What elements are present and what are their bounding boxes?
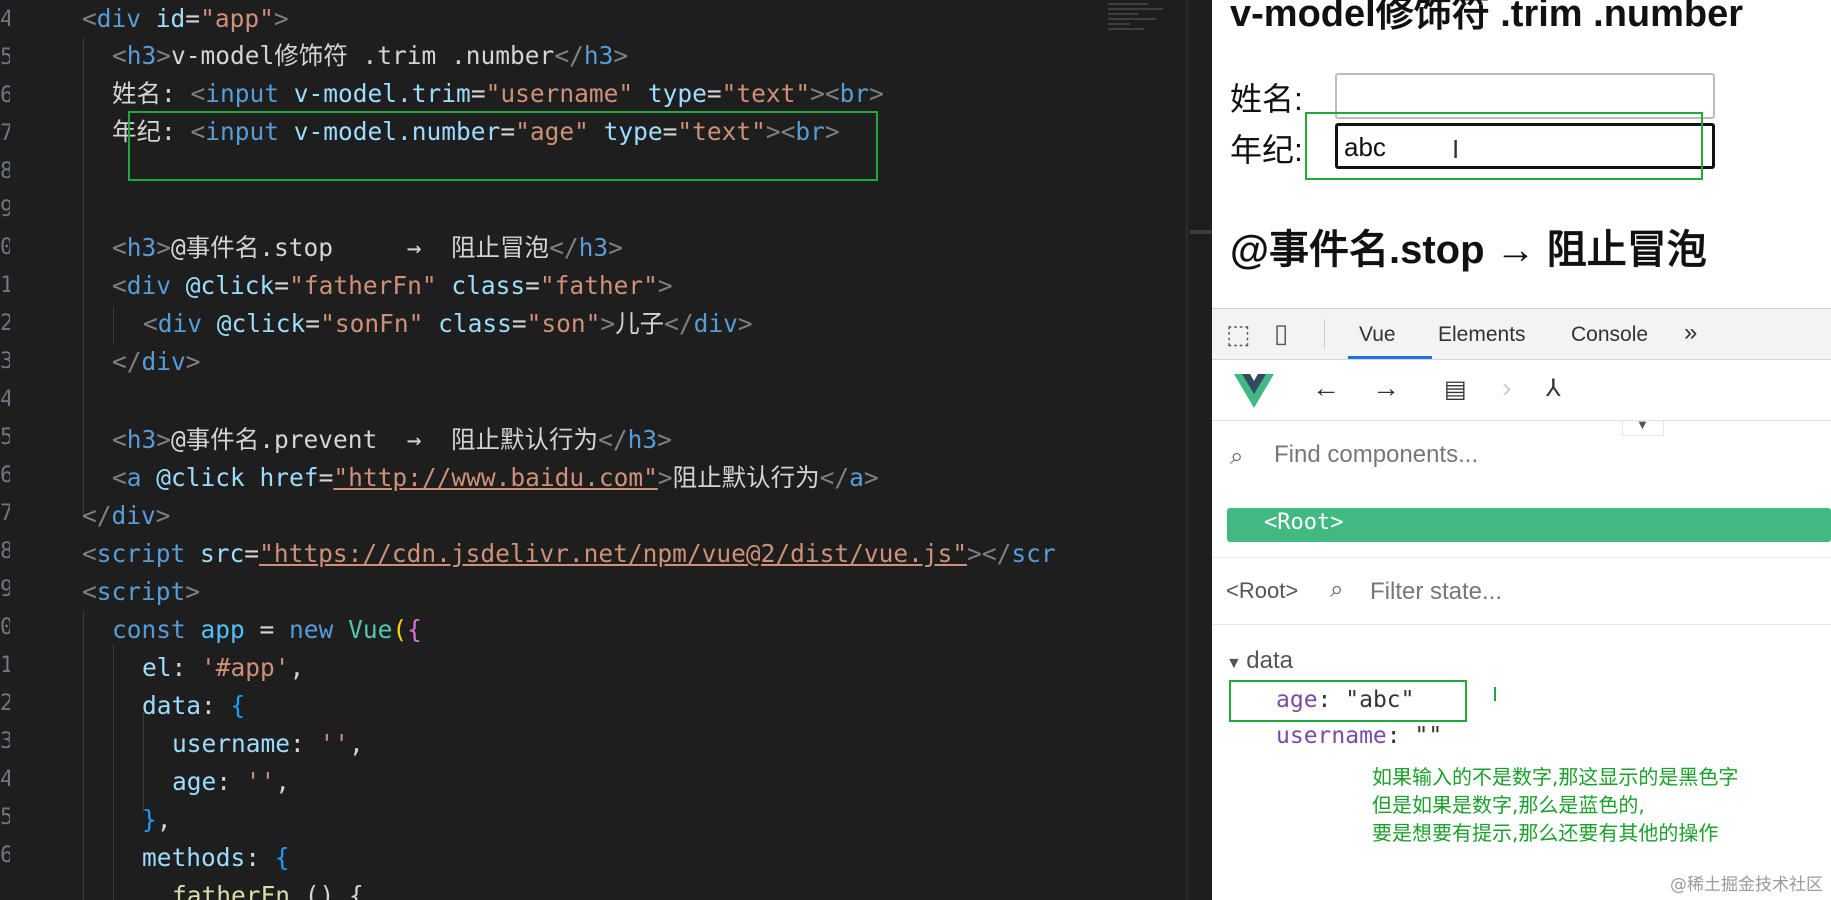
forward-arrow-icon[interactable]: → [1372,372,1400,404]
data-prop-username[interactable]: username: "" [1276,723,1442,749]
line-number: 4 [0,387,10,412]
back-arrow-icon[interactable]: ← [1312,372,1340,404]
code-line[interactable]: data: { [142,687,245,725]
highlight-box [1305,112,1703,180]
annotation-note: 如果输入的不是数字,那这显示的是黑色字 [1372,765,1739,789]
caret-down-icon: ▼ [1226,655,1247,672]
line-number: 5 [0,805,10,830]
code-line[interactable]: username: '', [172,725,364,763]
code-line[interactable]: <div @click="sonFn" class="son">儿子</div> [143,305,753,343]
line-number: 4 [0,767,10,792]
line-number: 7 [0,501,10,526]
browser-viewport: v-model修饰符 .trim .number 姓名: 年纪: abc I @… [1212,0,1831,900]
code-line[interactable]: </div> [112,343,201,381]
code-line[interactable]: <h3>@事件名.prevent → 阻止默认行为</h3> [112,421,672,459]
indent-guide [113,306,114,344]
indent-guide [113,644,114,900]
component-tree-icon[interactable]: ⅄ [1546,374,1561,403]
inspect-element-icon[interactable]: ⬚ [1226,319,1251,350]
vue-logo-icon [1234,374,1274,408]
line-number: 1 [0,653,10,678]
line-number-gutter: 4 5 6 7 8 9 0 1 2 3 4 5 6 7 8 9 0 1 2 3 … [0,0,14,900]
highlight-box [1229,680,1467,722]
line-number: 7 [0,121,10,146]
code-line[interactable]: <h3>v-model修饰符 .trim .number</h3> [112,37,628,75]
line-number: 0 [0,615,10,640]
components-icon[interactable]: ▤ [1444,375,1467,404]
code-line[interactable]: 姓名: <input v-model.trim="username" type=… [112,75,884,113]
collapse-handle[interactable]: ▼ [1622,417,1664,436]
line-number: 3 [0,729,10,754]
code-line[interactable]: <a @click href="http://www.baidu.com">阻止… [112,459,879,497]
annotation-note: 但是如果是数字,那么是蓝色的, [1372,793,1645,817]
device-toggle-icon[interactable]: ▯ [1274,318,1288,349]
tab-vue[interactable]: Vue [1359,323,1396,347]
code-line[interactable]: <script src="https://cdn.jsdelivr.net/np… [82,535,1056,573]
filter-state-input[interactable]: Filter state... [1370,578,1502,606]
data-section-header[interactable]: ▼ data [1226,647,1293,675]
line-number: 9 [0,197,10,222]
watermark: @稀土掘金技术社区 [1670,875,1823,895]
search-icon: ⌕ [1230,443,1244,470]
scrollbar-thumb[interactable] [1190,230,1212,234]
minimap[interactable] [1108,0,1178,60]
editor-scrollbar-track[interactable] [1186,0,1188,900]
code-line[interactable]: <script> [82,573,200,611]
line-number: 4 [0,7,10,32]
state-toolbar: <Root> ⌕ Filter state... [1212,557,1831,625]
more-tabs-button[interactable]: » [1684,319,1697,347]
tab-elements[interactable]: Elements [1438,323,1526,347]
line-number: 5 [0,45,10,70]
code-line[interactable]: <div @click="fatherFn" class="father"> [112,267,673,305]
line-number: 6 [0,843,10,868]
devtools-tabbar: ⬚ ▯ Vue Elements Console » [1212,309,1831,360]
annotation-tick [1494,687,1496,701]
code-line[interactable]: <div id="app"> [82,0,289,38]
page-heading: v-model修饰符 .trim .number [1230,0,1744,35]
page-heading: @事件名.stop → 阻止冒泡 [1230,228,1707,272]
indent-guide [83,610,84,900]
line-number: 9 [0,577,10,602]
line-number: 1 [0,273,10,298]
code-line[interactable]: <h3>@事件名.stop → 阻止冒泡</h3> [112,229,623,267]
age-label: 年纪: [1230,132,1303,168]
annotation-note: 要是想要有提示,那么还要有其他的操作 [1372,821,1719,845]
line-number: 8 [0,539,10,564]
line-number: 6 [0,463,10,488]
indent-guide [143,712,144,812]
name-label: 姓名: [1230,81,1303,117]
line-number: 0 [0,235,10,260]
indent-guide [83,38,84,516]
line-number: 3 [0,349,10,374]
line-number: 8 [0,159,10,184]
tab-console[interactable]: Console [1571,323,1648,347]
code-line[interactable]: el: '#app', [142,649,304,687]
line-number: 2 [0,311,10,336]
code-editor[interactable]: 4 5 6 7 8 9 0 1 2 3 4 5 6 7 8 9 0 1 2 3 … [0,0,1095,900]
line-number: 5 [0,425,10,450]
code-line[interactable]: methods: { [142,839,290,877]
code-url: "http://www.baidu.com" [333,463,658,492]
selected-component-name: <Root> [1226,578,1299,603]
search-icon: ⌕ [1330,576,1344,603]
active-tab-indicator [1348,356,1432,359]
find-components-input[interactable]: Find components... [1274,441,1478,469]
code-line[interactable]: const app = new Vue({ [112,611,422,649]
line-number: 6 [0,83,10,108]
find-components-row: ▼ ⌕ Find components... [1212,417,1831,489]
code-line[interactable]: fatherFn () { [172,877,364,900]
chevron-down-icon: ▼ [1636,417,1649,432]
component-tree-root[interactable]: <Root> [1227,508,1831,542]
devtools-panel: ⬚ ▯ Vue Elements Console » ← → ▤ › ⅄ ▼ ⌕… [1212,308,1831,900]
code-url: "https://cdn.jsdelivr.net/npm/vue@2/dist… [259,539,968,568]
line-number: 2 [0,691,10,716]
code-line[interactable]: </div> [82,497,171,535]
code-line[interactable]: }, [142,801,172,839]
vue-devtools-toolbar: ← → ▤ › ⅄ [1212,360,1831,421]
highlight-box [128,111,878,181]
breadcrumb-separator-icon: › [1502,372,1512,403]
code-line[interactable]: age: '', [172,763,290,801]
